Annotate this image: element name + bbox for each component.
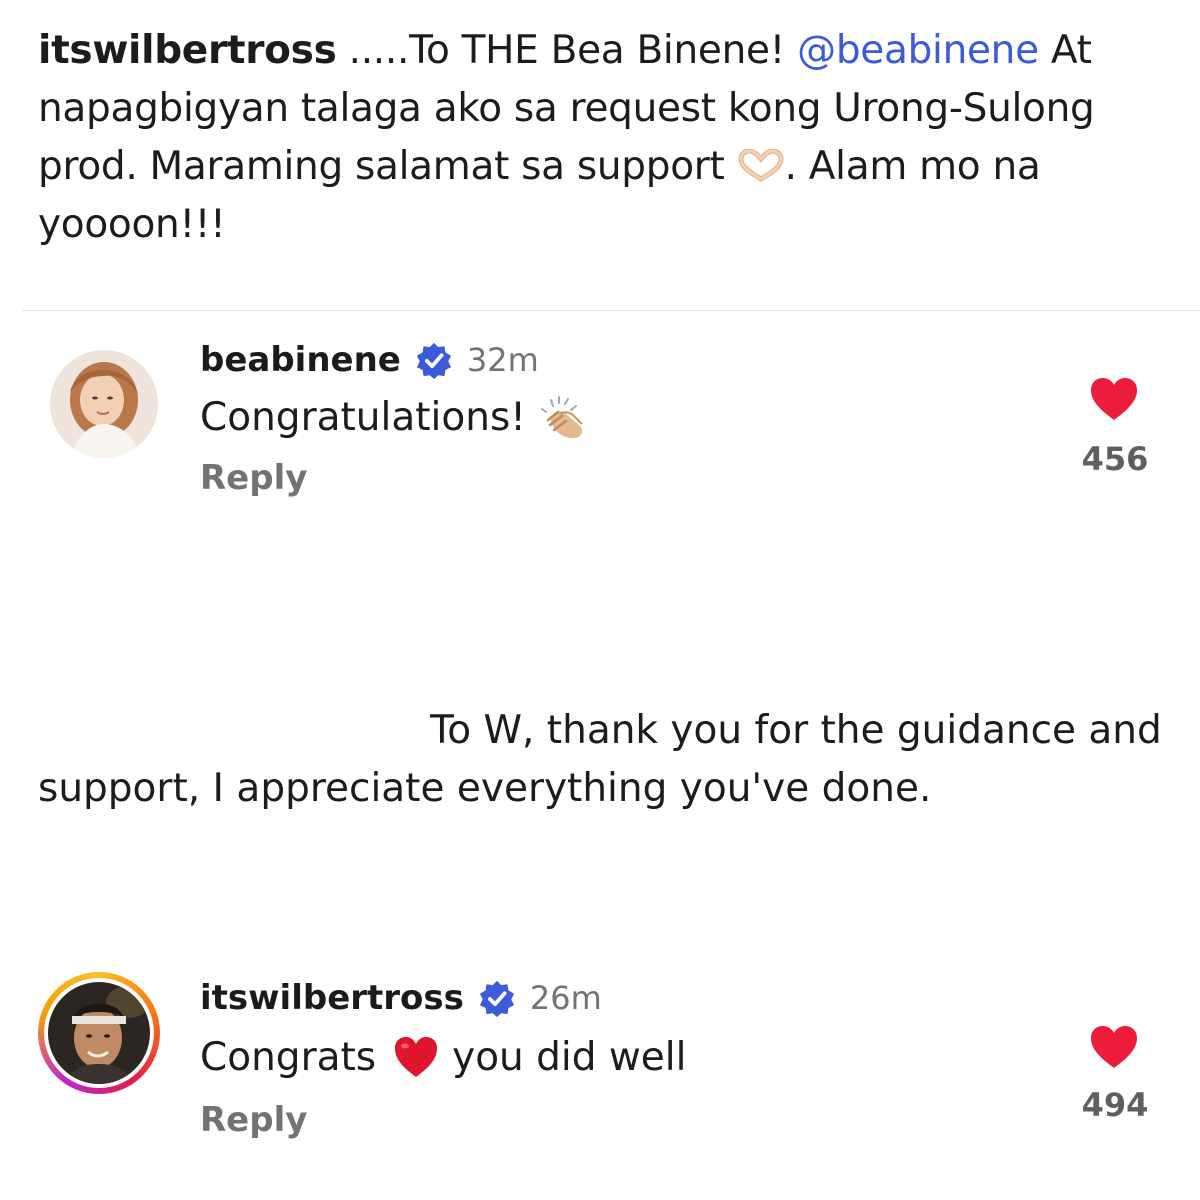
comment-text-before: Congrats [200, 1034, 377, 1080]
heart-icon [1091, 1026, 1137, 1068]
caption-mention-link[interactable]: @beabinene [797, 28, 1039, 73]
reply-button[interactable]: Reply [200, 458, 307, 498]
like-count: 456 [1081, 440, 1149, 478]
comment-item: itswilbertross 26m Congrats you did well… [0, 972, 1200, 1148]
heart-hands-icon [737, 142, 785, 182]
comment-username[interactable]: beabinene [200, 340, 401, 380]
like-button[interactable] [1082, 1024, 1146, 1070]
like-button[interactable] [1082, 376, 1146, 422]
comment-timestamp: 32m [466, 341, 539, 379]
avatar[interactable] [50, 350, 158, 458]
comment-header: itswilbertross 26m [200, 978, 602, 1018]
comment-text-content: Congratulations! [200, 394, 526, 440]
comment-text: Congrats you did well [200, 1034, 686, 1080]
message-text: To W, thank you for the guidance and sup… [38, 702, 1162, 818]
comment-text: Congratulations! [200, 392, 588, 442]
verified-badge-icon [416, 342, 451, 379]
heart-icon [1091, 378, 1137, 420]
comment-header: beabinene 32m [200, 340, 539, 380]
comment-item: beabinene 32m Congratulations! Reply 456 [0, 340, 1200, 510]
comment-timestamp: 26m [529, 979, 602, 1017]
divider [22, 310, 1200, 311]
comment-text-after: you did well [452, 1034, 687, 1080]
caption-username[interactable]: itswilbertross [38, 28, 337, 73]
verified-badge-icon [479, 980, 514, 1017]
avatar[interactable] [38, 972, 160, 1094]
clapping-hands-icon [540, 396, 583, 439]
message-text-content: To W, thank you for the guidance and sup… [38, 708, 1162, 811]
like-count: 494 [1081, 1086, 1149, 1124]
caption-text-prefix: .....To THE Bea Binene! [336, 28, 798, 73]
reply-button[interactable]: Reply [200, 1100, 307, 1140]
red-heart-icon [395, 1037, 438, 1077]
comment-username[interactable]: itswilbertross [200, 978, 464, 1018]
post-caption: itswilbertross .....To THE Bea Binene! @… [38, 22, 1148, 254]
